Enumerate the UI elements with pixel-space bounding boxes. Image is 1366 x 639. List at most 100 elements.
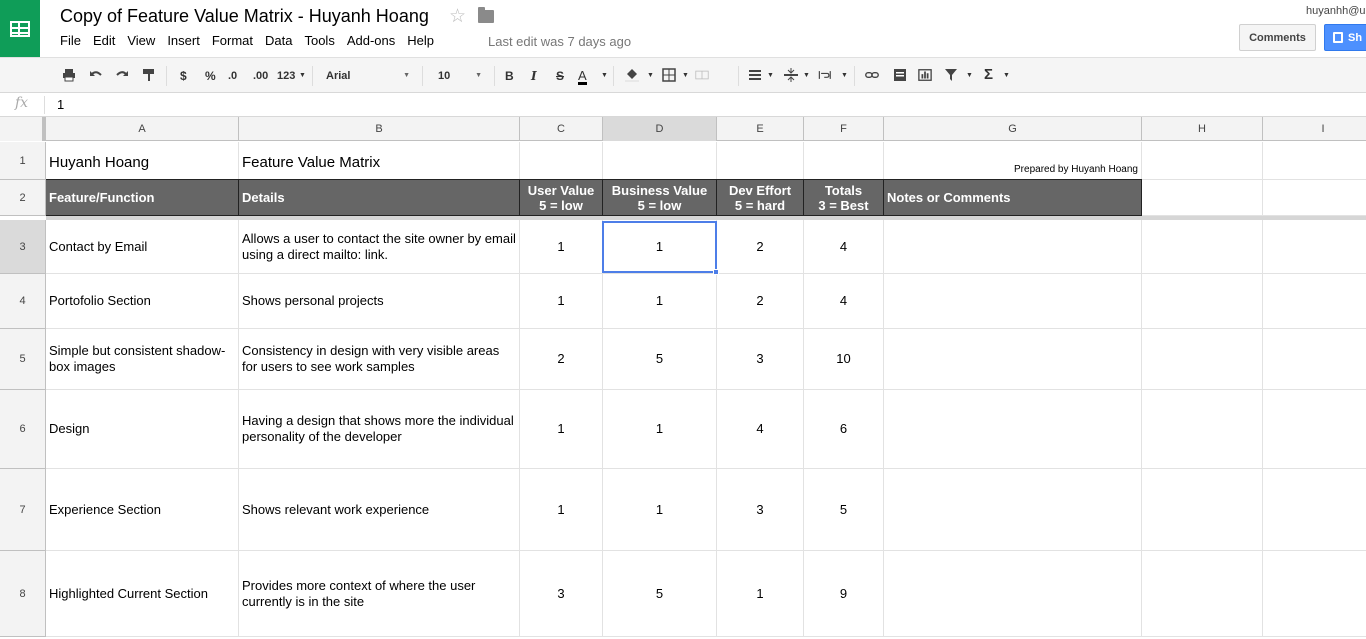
cell-d3[interactable]: 1 [603, 220, 717, 274]
row-header-8[interactable]: 8 [0, 551, 46, 637]
share-button[interactable]: Sh [1324, 24, 1366, 51]
column-header-d[interactable]: D [603, 117, 717, 141]
cell-e2[interactable]: Dev Effort 5 = hard [717, 179, 804, 216]
cell-b1[interactable]: Feature Value Matrix [239, 142, 520, 180]
cell-g7[interactable] [884, 469, 1142, 551]
fill-handle[interactable] [713, 269, 719, 275]
cell-c5[interactable]: 2 [520, 329, 603, 390]
cell-d7[interactable]: 1 [603, 469, 717, 551]
cell-h2[interactable] [1142, 180, 1263, 216]
redo-icon[interactable] [115, 68, 129, 82]
cell-a1[interactable]: Huyanh Hoang [46, 142, 239, 180]
row-header-5[interactable]: 5 [0, 329, 46, 390]
cell-f7[interactable]: 5 [804, 469, 884, 551]
column-header-h[interactable]: H [1142, 117, 1263, 141]
cell-h8[interactable] [1142, 551, 1263, 637]
cell-b4[interactable]: Shows personal projects [239, 274, 520, 329]
menu-data[interactable]: Data [259, 33, 298, 48]
cell-g1[interactable]: Prepared by Huyanh Hoang [884, 142, 1142, 180]
cell-f5[interactable]: 10 [804, 329, 884, 390]
cell-a6[interactable]: Design [46, 390, 239, 469]
horizontal-align-icon[interactable] [748, 68, 762, 82]
cell-b7[interactable]: Shows relevant work experience [239, 469, 520, 551]
row-header-4[interactable]: 4 [0, 274, 46, 329]
row-header-7[interactable]: 7 [0, 469, 46, 551]
cell-g3[interactable] [884, 220, 1142, 274]
menu-addons[interactable]: Add-ons [341, 33, 401, 48]
cell-c3[interactable]: 1 [520, 220, 603, 274]
increase-decimal-button[interactable]: .00 [253, 67, 268, 85]
cell-f2[interactable]: Totals 3 = Best [804, 179, 884, 216]
fill-color-icon[interactable] [625, 68, 639, 82]
menu-edit[interactable]: Edit [87, 33, 121, 48]
cell-a4[interactable]: Portofolio Section [46, 274, 239, 329]
cell-e3[interactable]: 2 [717, 220, 804, 274]
cell-c8[interactable]: 3 [520, 551, 603, 637]
functions-icon[interactable]: Σ [984, 67, 993, 85]
cell-c2[interactable]: User Value 5 = low [520, 179, 603, 216]
cell-d8[interactable]: 5 [603, 551, 717, 637]
cell-f4[interactable]: 4 [804, 274, 884, 329]
cell-h5[interactable] [1142, 329, 1263, 390]
cell-i6[interactable] [1263, 390, 1366, 469]
cell-i7[interactable] [1263, 469, 1366, 551]
menu-tools[interactable]: Tools [298, 33, 340, 48]
cell-d5[interactable]: 5 [603, 329, 717, 390]
last-edit-link[interactable]: Last edit was 7 days ago [488, 34, 631, 49]
row-header-3[interactable]: 3 [0, 220, 46, 274]
cell-e5[interactable]: 3 [717, 329, 804, 390]
cell-f8[interactable]: 9 [804, 551, 884, 637]
formula-input[interactable]: 1 [57, 97, 64, 112]
text-wrap-icon[interactable] [818, 68, 832, 82]
cell-f3[interactable]: 4 [804, 220, 884, 274]
menu-format[interactable]: Format [206, 33, 259, 48]
row-header-2[interactable]: 2 [0, 180, 46, 216]
user-email[interactable]: huyanhh@u [1306, 5, 1366, 17]
column-header-f[interactable]: F [804, 117, 884, 141]
document-title[interactable]: Copy of Feature Value Matrix - Huyanh Ho… [60, 6, 429, 27]
column-header-a[interactable]: A [46, 117, 239, 141]
cell-i5[interactable] [1263, 329, 1366, 390]
column-header-e[interactable]: E [717, 117, 804, 141]
cell-c1[interactable] [520, 142, 603, 180]
star-icon[interactable]: ☆ [449, 5, 466, 28]
cell-b5[interactable]: Consistency in design with very visible … [239, 329, 520, 390]
cell-b2[interactable]: Details [239, 179, 520, 216]
menu-help[interactable]: Help [401, 33, 440, 48]
strikethrough-button[interactable]: S [556, 67, 564, 85]
cell-g8[interactable] [884, 551, 1142, 637]
insert-chart-icon[interactable] [918, 68, 932, 82]
cell-e6[interactable]: 4 [717, 390, 804, 469]
cell-a5[interactable]: Simple but consistent shadow-box images [46, 329, 239, 390]
select-all-corner[interactable] [0, 117, 46, 141]
font-size-select[interactable]: 10 ▼ [430, 65, 488, 87]
cell-i2[interactable] [1263, 180, 1366, 216]
cell-e4[interactable]: 2 [717, 274, 804, 329]
row-header-6[interactable]: 6 [0, 390, 46, 469]
paint-format-icon[interactable] [142, 68, 156, 82]
insert-link-icon[interactable] [865, 68, 879, 82]
print-icon[interactable] [62, 68, 76, 82]
folder-icon[interactable] [478, 7, 494, 23]
cell-c7[interactable]: 1 [520, 469, 603, 551]
currency-format-button[interactable]: $ [180, 67, 187, 85]
cell-e1[interactable] [717, 142, 804, 180]
cell-g6[interactable] [884, 390, 1142, 469]
menu-view[interactable]: View [121, 33, 161, 48]
sheets-logo-icon[interactable] [0, 0, 40, 57]
freeze-divider[interactable] [46, 216, 1366, 220]
column-header-g[interactable]: G [884, 117, 1142, 141]
cell-h1[interactable] [1142, 142, 1263, 180]
borders-icon[interactable] [662, 68, 676, 82]
column-header-b[interactable]: B [239, 117, 520, 141]
row-header-1[interactable]: 1 [0, 142, 46, 180]
cell-e7[interactable]: 3 [717, 469, 804, 551]
cell-a8[interactable]: Highlighted Current Section [46, 551, 239, 637]
cell-h7[interactable] [1142, 469, 1263, 551]
merge-cells-icon[interactable] [695, 68, 709, 82]
comments-button[interactable]: Comments [1239, 24, 1316, 51]
cell-h6[interactable] [1142, 390, 1263, 469]
cell-g5[interactable] [884, 329, 1142, 390]
cell-b3[interactable]: Allows a user to contact the site owner … [239, 220, 520, 274]
cell-c4[interactable]: 1 [520, 274, 603, 329]
